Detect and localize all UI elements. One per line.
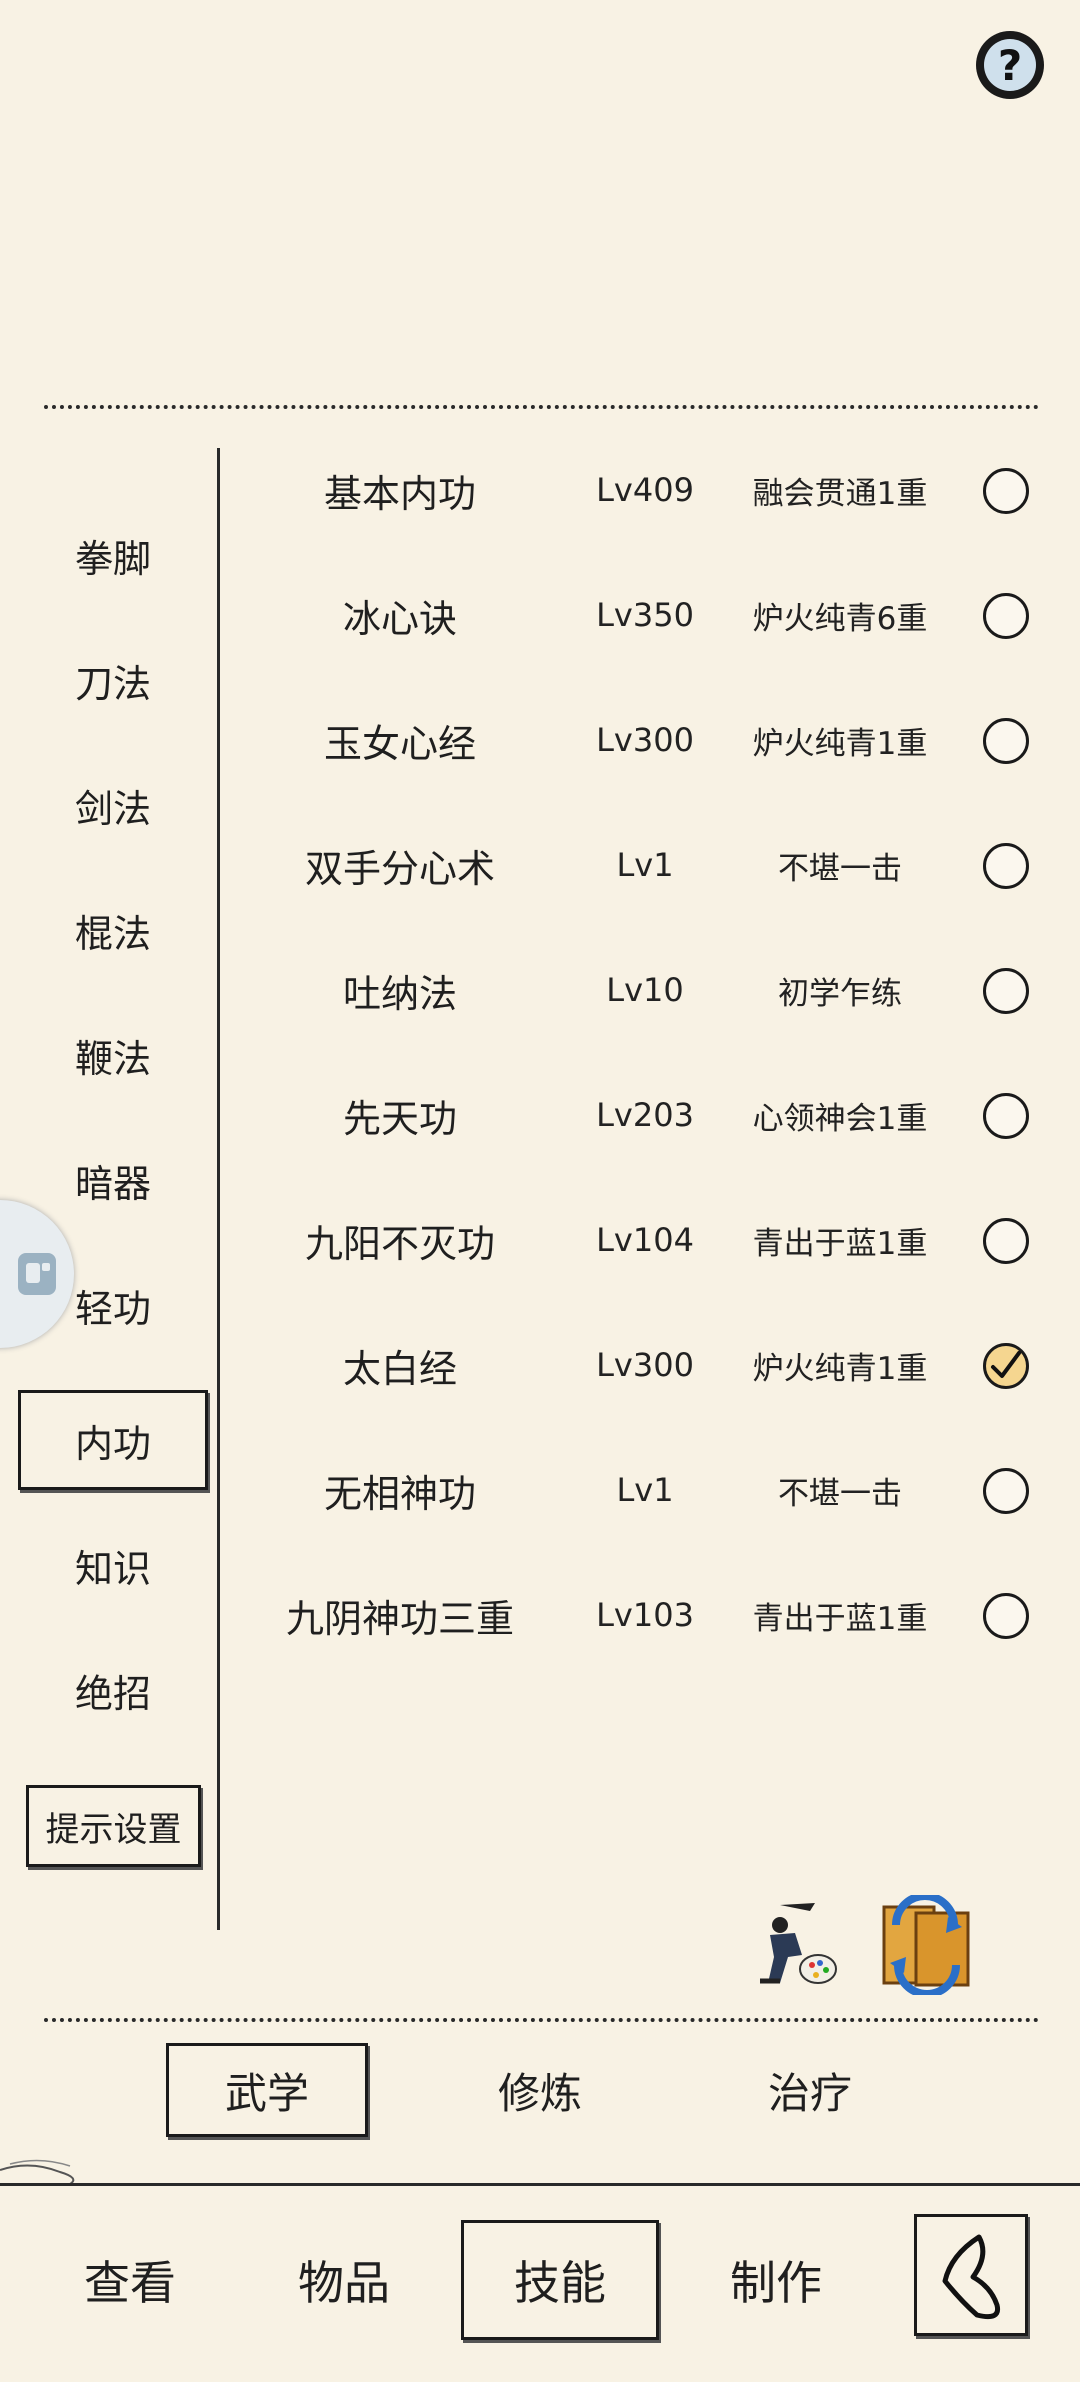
skill-row[interactable]: 冰心诀 Lv350 炉火纯青6重 xyxy=(240,565,1040,665)
skill-rank: 炉火纯青1重 xyxy=(752,725,928,762)
skill-radio[interactable] xyxy=(983,1218,1029,1264)
skill-name: 九阴神功三重 xyxy=(285,1596,514,1641)
skill-radio[interactable] xyxy=(983,1468,1029,1514)
subtab-heal[interactable]: 治疗 xyxy=(710,2043,910,2137)
sidebar-divider xyxy=(217,448,220,1930)
skill-level: Lv350 xyxy=(596,596,694,634)
skill-name: 玉女心经 xyxy=(323,721,476,766)
skill-radio[interactable] xyxy=(983,468,1029,514)
sidebar-item-hidden-weapon[interactable]: 暗器 xyxy=(18,1130,208,1230)
skill-level: Lv103 xyxy=(596,1596,694,1634)
skill-level: Lv1 xyxy=(616,846,674,884)
sidebar-item-knowledge[interactable]: 知识 xyxy=(18,1515,208,1615)
scroll-exchange-icon[interactable] xyxy=(876,1892,976,1998)
skill-name: 先天功 xyxy=(342,1096,457,1141)
skill-name: 太白经 xyxy=(342,1346,457,1391)
hint-settings-button[interactable]: 提示设置 xyxy=(26,1785,201,1867)
skill-rank: 融会贯通1重 xyxy=(752,475,928,512)
skill-name: 九阳不灭功 xyxy=(304,1221,495,1266)
back-arrow-icon xyxy=(942,2234,1001,2320)
skill-rank: 不堪一击 xyxy=(778,850,902,887)
skill-row[interactable]: 双手分心术 Lv1 不堪一击 xyxy=(240,815,1040,915)
sidebar-item-whip[interactable]: 鞭法 xyxy=(18,1005,208,1105)
skill-level: Lv104 xyxy=(596,1221,694,1259)
skill-name: 冰心诀 xyxy=(342,596,457,641)
skill-row[interactable]: 吐纳法 Lv10 初学乍练 xyxy=(240,940,1040,1040)
skill-row[interactable]: 太白经 Lv300 炉火纯青1重 xyxy=(240,1315,1040,1415)
skill-rank: 炉火纯青6重 xyxy=(752,600,928,637)
sidebar-item-fist[interactable]: 拳脚 xyxy=(18,505,208,605)
skill-row[interactable]: 九阳不灭功 Lv104 青出于蓝1重 xyxy=(240,1190,1040,1290)
skill-rank: 炉火纯青1重 xyxy=(752,1350,928,1387)
skill-name: 吐纳法 xyxy=(342,971,457,1016)
skill-row[interactable]: 玉女心经 Lv300 炉火纯青1重 xyxy=(240,690,1040,790)
check-icon xyxy=(991,1351,1021,1378)
subtab-martial[interactable]: 武学 xyxy=(166,2043,368,2137)
skill-name: 基本内功 xyxy=(323,471,476,516)
skill-row[interactable]: 基本内功 Lv409 融会贯通1重 xyxy=(240,440,1040,540)
sidebar-item-lightness[interactable]: 轻功 xyxy=(18,1255,208,1355)
nav-craft[interactable]: 制作 xyxy=(676,2180,876,2380)
skill-radio[interactable] xyxy=(983,1093,1029,1139)
subtab-cultivate[interactable]: 修炼 xyxy=(440,2043,640,2137)
skill-level: Lv203 xyxy=(596,1096,694,1134)
question-icon: ? xyxy=(984,39,1036,91)
sidebar-item-staff[interactable]: 棍法 xyxy=(18,880,208,980)
nav-view[interactable]: 查看 xyxy=(30,2180,230,2380)
skill-rank: 不堪一击 xyxy=(778,1475,902,1512)
bottom-divider xyxy=(44,2018,1039,2022)
skill-level: Lv1 xyxy=(616,1471,674,1509)
swordsman-palette-icon[interactable] xyxy=(740,1895,840,1995)
skill-rank: 青出于蓝1重 xyxy=(752,1600,928,1637)
skill-level: Lv409 xyxy=(596,471,694,509)
sidebar-item-blade[interactable]: 刀法 xyxy=(18,630,208,730)
skill-radio[interactable] xyxy=(983,968,1029,1014)
skill-row[interactable]: 九阴神功三重 Lv103 青出于蓝1重 xyxy=(240,1565,1040,1665)
skill-radio[interactable] xyxy=(983,718,1029,764)
skill-level: Lv300 xyxy=(596,721,694,759)
sidebar-item-inner-power[interactable]: 内功 xyxy=(18,1390,208,1490)
skill-radio[interactable] xyxy=(983,593,1029,639)
skill-radio[interactable] xyxy=(983,1593,1029,1639)
sidebar-item-ultimate[interactable]: 绝招 xyxy=(18,1640,208,1740)
nav-skills[interactable]: 技能 xyxy=(460,2180,660,2380)
skill-rank: 初学乍练 xyxy=(778,975,902,1012)
skill-level: Lv300 xyxy=(596,1346,694,1384)
skill-rank: 青出于蓝1重 xyxy=(752,1225,928,1262)
skill-row[interactable]: 先天功 Lv203 心领神会1重 xyxy=(240,1065,1040,1165)
back-button[interactable] xyxy=(914,2214,1028,2336)
skill-row[interactable]: 无相神功 Lv1 不堪一击 xyxy=(240,1440,1040,1540)
skill-name: 无相神功 xyxy=(323,1471,476,1516)
skill-radio-checked[interactable] xyxy=(983,1343,1029,1389)
skill-rank: 心领神会1重 xyxy=(752,1100,928,1137)
skill-level: Lv10 xyxy=(606,971,684,1009)
sidebar-item-sword[interactable]: 剑法 xyxy=(18,755,208,855)
help-button[interactable]: ? xyxy=(976,31,1044,99)
skill-radio[interactable] xyxy=(983,843,1029,889)
nav-items[interactable]: 物品 xyxy=(244,2180,444,2380)
top-divider xyxy=(44,405,1039,409)
skill-name: 双手分心术 xyxy=(304,846,495,891)
